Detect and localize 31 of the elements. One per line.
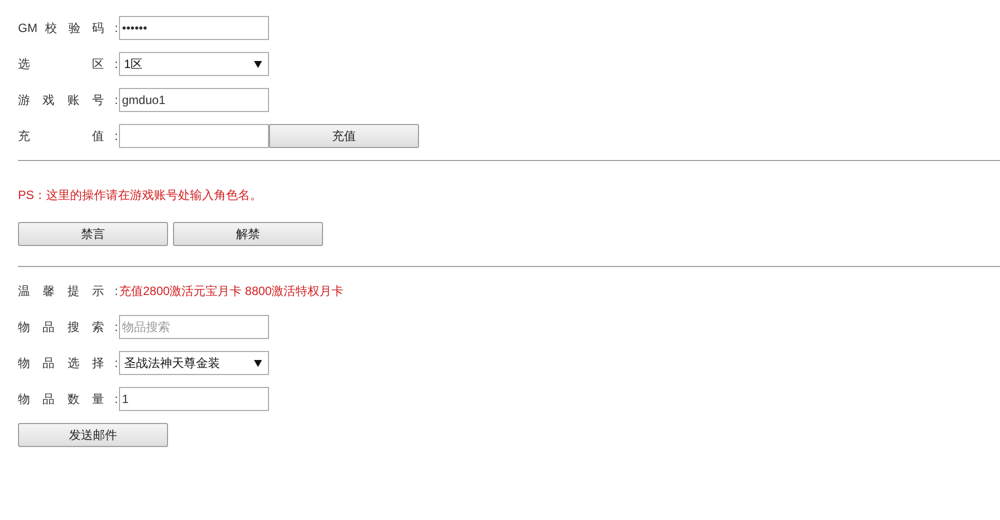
- input-field[interactable]: [119, 124, 269, 148]
- caret-icon: [254, 360, 262, 366]
- colon: :: [114, 93, 119, 107]
- input-field[interactable]: 物品搜索: [119, 315, 269, 339]
- button[interactable]: 充值: [269, 124, 419, 148]
- colon: :: [114, 129, 119, 143]
- notice-text: 充值2800激活元宝月卡 8800激活特权月卡: [119, 282, 344, 300]
- button[interactable]: 发送邮件: [18, 423, 168, 447]
- field-label: GM 校 验 码: [18, 20, 104, 36]
- input-field[interactable]: ••••••: [119, 16, 269, 40]
- field-label: 物 品 数 量: [18, 390, 104, 408]
- colon: :: [114, 57, 119, 71]
- button[interactable]: 解禁: [173, 222, 323, 246]
- colon: :: [114, 21, 119, 35]
- input-field[interactable]: gmduo1: [119, 88, 269, 112]
- field-label: 游 戏 账 号: [18, 92, 104, 108]
- colon: :: [114, 284, 119, 298]
- field-label: 温 馨 提 示: [18, 282, 104, 300]
- input-field[interactable]: 1: [119, 387, 269, 411]
- notice-text: PS：这里的操作请在游戏账号处输入角色名。: [18, 187, 264, 204]
- button[interactable]: 禁言: [18, 222, 168, 246]
- field-label: 选 区: [18, 56, 104, 72]
- colon: :: [114, 320, 119, 334]
- caret-icon: [254, 60, 262, 68]
- dropdown[interactable]: 圣战法神天尊金装: [119, 351, 269, 375]
- colon: :: [114, 392, 119, 406]
- field-label: 物 品 选 择: [18, 354, 104, 372]
- dropdown[interactable]: 1区: [119, 52, 269, 76]
- field-label: 物 品 搜 索: [18, 318, 104, 336]
- field-label: 充 值: [18, 128, 104, 144]
- colon: :: [114, 356, 119, 370]
